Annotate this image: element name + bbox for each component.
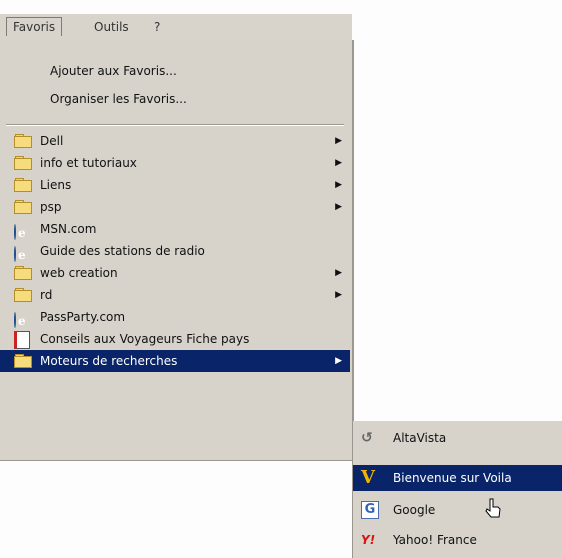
organize-favorites-item[interactable]: Organiser les Favoris... bbox=[0, 88, 350, 110]
folder-icon bbox=[14, 177, 32, 193]
menu-bar: Favoris Outils ? bbox=[0, 14, 352, 41]
mouse-cursor-icon bbox=[485, 498, 501, 518]
search-item-label: AltaVista bbox=[393, 431, 447, 445]
add-favorites-item[interactable]: Ajouter aux Favoris... bbox=[0, 60, 350, 82]
fav-item-label: psp bbox=[40, 200, 62, 214]
fav-item-conseils-voyageurs[interactable]: Conseils aux Voyageurs Fiche pays bbox=[0, 328, 350, 350]
submenu-arrow-icon: ▶ bbox=[335, 136, 342, 146]
ie-link-icon bbox=[14, 243, 32, 262]
fav-item-label: MSN.com bbox=[40, 222, 97, 236]
fav-item-psp[interactable]: psp ▶ bbox=[0, 196, 350, 218]
ie-link-icon bbox=[14, 309, 32, 328]
fav-item-label: Dell bbox=[40, 134, 64, 148]
folder-icon bbox=[14, 287, 32, 303]
fav-item-label: Liens bbox=[40, 178, 72, 192]
ie-link-icon bbox=[14, 221, 32, 240]
fav-item-passparty[interactable]: PassParty.com bbox=[0, 306, 350, 328]
fav-item-info-tutoriaux[interactable]: info et tutoriaux ▶ bbox=[0, 152, 350, 174]
fav-item-rd[interactable]: rd ▶ bbox=[0, 284, 350, 306]
folder-icon bbox=[14, 265, 32, 281]
favorites-dropdown: Ajouter aux Favoris... Organiser les Fav… bbox=[0, 40, 354, 461]
page-icon bbox=[14, 331, 32, 349]
submenu-arrow-icon: ▶ bbox=[335, 268, 342, 278]
fav-item-label: Moteurs de recherches bbox=[40, 354, 178, 368]
search-item-altavista[interactable]: ↺ AltaVista bbox=[353, 425, 562, 451]
submenu-arrow-icon: ▶ bbox=[335, 290, 342, 300]
menu-favoris[interactable]: Favoris bbox=[6, 17, 63, 36]
fav-item-label: PassParty.com bbox=[40, 310, 126, 324]
fav-item-liens[interactable]: Liens ▶ bbox=[0, 174, 350, 196]
search-engines-submenu: ↺ AltaVista V Bienvenue sur Voila G Goog… bbox=[352, 421, 562, 558]
search-item-google[interactable]: G Google bbox=[353, 497, 562, 523]
menu-separator bbox=[6, 124, 344, 126]
menu-help[interactable]: ? bbox=[148, 18, 166, 36]
submenu-arrow-icon: ▶ bbox=[335, 158, 342, 168]
submenu-arrow-icon: ▶ bbox=[335, 180, 342, 190]
fav-item-label: Conseils aux Voyageurs Fiche pays bbox=[40, 332, 250, 346]
fav-item-moteurs-recherches[interactable]: Moteurs de recherches ▶ bbox=[0, 350, 350, 372]
folder-icon bbox=[14, 199, 32, 215]
search-item-label: Google bbox=[393, 503, 436, 517]
yahoo-icon: Y! bbox=[361, 533, 376, 547]
organize-favorites-label: Organiser les Favoris... bbox=[50, 92, 187, 106]
add-favorites-label: Ajouter aux Favoris... bbox=[50, 64, 177, 78]
folder-icon bbox=[14, 155, 32, 171]
search-item-yahoo[interactable]: Y! Yahoo! France bbox=[353, 527, 562, 553]
folder-icon bbox=[14, 353, 32, 369]
voila-icon: V bbox=[361, 467, 375, 488]
submenu-arrow-icon: ▶ bbox=[335, 202, 342, 212]
fav-item-label: info et tutoriaux bbox=[40, 156, 137, 170]
google-icon: G bbox=[361, 501, 381, 519]
fav-item-dell[interactable]: Dell ▶ bbox=[0, 130, 350, 152]
fav-item-label: rd bbox=[40, 288, 53, 302]
search-item-label: Yahoo! France bbox=[393, 533, 477, 547]
folder-icon bbox=[14, 133, 32, 149]
search-item-label: Bienvenue sur Voila bbox=[393, 471, 512, 485]
fav-item-label: web creation bbox=[40, 266, 118, 280]
menu-outils[interactable]: Outils bbox=[88, 18, 135, 36]
search-item-voila[interactable]: V Bienvenue sur Voila bbox=[353, 465, 562, 491]
fav-item-label: Guide des stations de radio bbox=[40, 244, 205, 258]
submenu-arrow-icon: ▶ bbox=[335, 356, 342, 366]
altavista-icon: ↺ bbox=[361, 430, 373, 446]
fav-item-radio-guide[interactable]: Guide des stations de radio bbox=[0, 240, 350, 262]
fav-item-msn[interactable]: MSN.com bbox=[0, 218, 350, 240]
fav-item-web-creation[interactable]: web creation ▶ bbox=[0, 262, 350, 284]
